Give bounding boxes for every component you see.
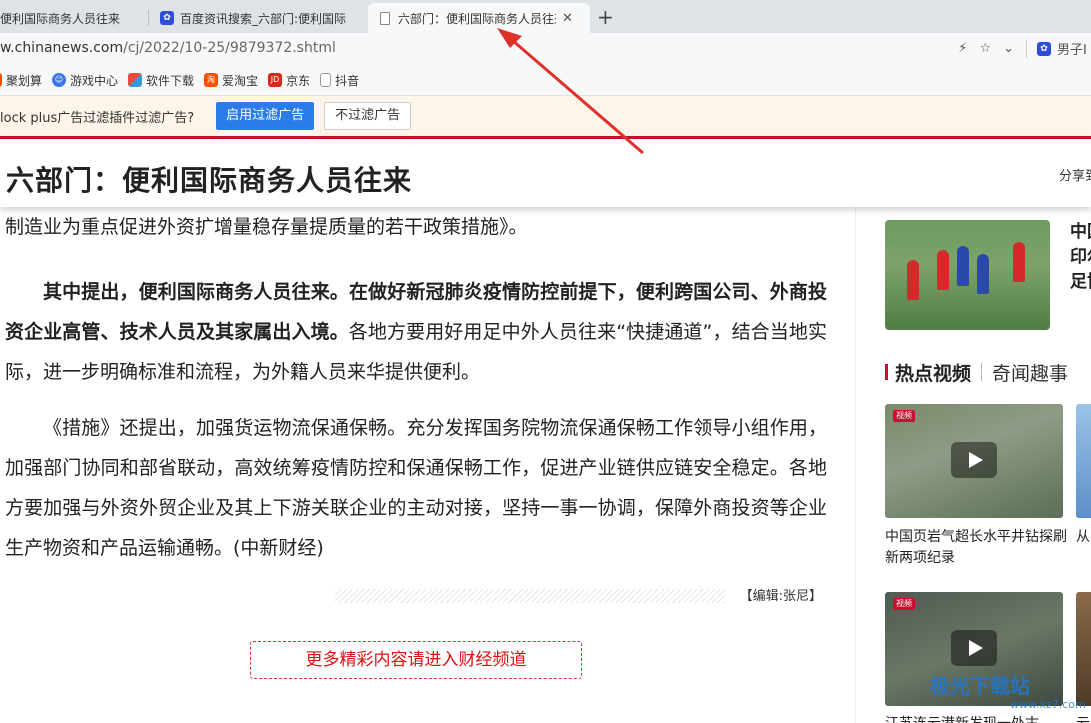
enable-filter-button[interactable]: 启用过滤广告	[216, 102, 315, 130]
headline-line: 印尔	[1070, 247, 1091, 267]
video-thumbnail[interactable]	[1076, 404, 1091, 518]
address-bar[interactable]: w.chinanews.com/cj/2022/10-25/9879372.sh…	[0, 33, 1091, 65]
game-center-icon: ☺	[52, 73, 67, 87]
bookmark-douyin[interactable]: 抖音	[320, 72, 359, 89]
bookmark-label: 游戏中心	[70, 73, 119, 88]
news-thumbnail[interactable]	[885, 220, 1050, 330]
share-link[interactable]: 分享到	[1059, 165, 1091, 184]
video-badge: 视频	[893, 410, 915, 422]
bookmark-label: 爱淘宝	[222, 73, 259, 88]
play-icon[interactable]	[951, 442, 997, 478]
player-figure	[1013, 242, 1025, 282]
player-figure	[977, 254, 989, 294]
divider	[981, 363, 983, 381]
divider	[1026, 39, 1027, 58]
watermark-url: www.xz7.com	[1010, 698, 1086, 711]
disable-filter-button[interactable]: 不过滤广告	[324, 102, 412, 130]
bookmark-label: 抖音	[335, 73, 360, 88]
tab-hot-videos[interactable]: 热点视频	[895, 359, 971, 386]
tab-2[interactable]: ✿ 百度资讯搜索_六部门:便利国际	[160, 3, 358, 33]
editor-credit: 【编辑:张尼】	[739, 589, 822, 604]
bookmark-software[interactable]: 软件下载	[128, 72, 194, 89]
article-body: 制造业为重点促进外资扩增量稳存量提质量的若干政策措施》。 其中提出，便利国际商务…	[5, 207, 827, 568]
video-caption[interactable]: 中国页岩气超长水平井钻探刷新两项纪录	[885, 527, 1067, 569]
baidu-paw-icon: ✿	[160, 11, 174, 25]
tab-odd-news[interactable]: 奇闻趣事	[992, 359, 1068, 386]
search-input[interactable]: 男子I	[1057, 39, 1091, 58]
article-paragraph: 制造业为重点促进外资扩增量稳存量提质量的若干政策措施》。	[5, 216, 528, 238]
star-icon[interactable]: ☆	[979, 41, 991, 56]
juhuasuan-icon	[0, 73, 2, 87]
player-figure	[957, 246, 969, 286]
section-marker	[885, 364, 888, 380]
bookmark-juhuasuan[interactable]: 聚划算	[0, 72, 42, 89]
tab-3-active[interactable]: 六部门：便利国际商务人员往来 ✕	[368, 3, 590, 33]
video-caption[interactable]: 江苏连云港新发现一处古	[885, 714, 1067, 723]
bookmark-label: 聚划算	[6, 73, 43, 88]
video-thumbnail[interactable]: 视频	[885, 404, 1063, 518]
decorative-stripes	[335, 589, 725, 603]
lightning-icon[interactable]: ⚡	[958, 41, 967, 56]
editor-row: 【编辑:张尼】	[335, 585, 822, 605]
tab-1-title: 便利国际商务人员往来	[0, 11, 121, 26]
bookmark-label: 软件下载	[146, 73, 195, 88]
adblock-prompt: lock plus广告过滤插件过滤广告?	[0, 110, 195, 126]
video-caption[interactable]: 云	[1076, 714, 1091, 723]
url-path: /cj/2022/10-25/9879372.shtml	[123, 40, 336, 56]
new-tab-icon[interactable]: +	[597, 5, 614, 29]
chevron-down-icon[interactable]: ⌄	[1003, 41, 1014, 56]
page-content: 制造业为重点促进外资扩增量稳存量提质量的若干政策措施》。 其中提出，便利国际商务…	[0, 207, 1091, 723]
bookmark-label: 京东	[286, 73, 311, 88]
bookmark-jd[interactable]: JD 京东	[268, 72, 310, 89]
video-section-tabs: 热点视频 奇闻趣事	[885, 359, 1068, 385]
tab-1[interactable]: 便利国际商务人员往来	[0, 3, 140, 33]
aitaobao-icon: 淘	[204, 73, 219, 87]
tab-3-title: 六部门：便利国际商务人员往来	[398, 11, 556, 26]
video-thumbnail[interactable]	[1076, 592, 1091, 706]
close-icon[interactable]: ✕	[562, 11, 573, 26]
url-field[interactable]: w.chinanews.com/cj/2022/10-25/9879372.sh…	[0, 40, 336, 56]
sticky-title-bar: 六部门：便利国际商务人员往来 分享到	[0, 139, 1091, 207]
watermark-logo: 极光下载站	[930, 674, 1030, 698]
tab-divider	[148, 10, 149, 26]
video-caption[interactable]: 从	[1076, 527, 1091, 548]
article-paragraph: 《措施》还提出，加强货运物流保通保畅。充分发挥国务院物流保通保畅工作领导小组作用…	[5, 417, 827, 559]
bookmark-game-center[interactable]: ☺ 游戏中心	[52, 72, 118, 89]
page-title: 六部门：便利国际商务人员往来	[6, 164, 413, 197]
tab-bar: 便利国际商务人员往来 ✿ 百度资讯搜索_六部门:便利国际 六部门：便利国际商务人…	[0, 0, 1091, 33]
news-headline[interactable]: 中国 印尔 足协	[1070, 220, 1091, 295]
video-badge: 视频	[893, 598, 915, 610]
tab-2-title: 百度资讯搜索_六部门:便利国际	[180, 11, 347, 26]
player-figure	[937, 250, 949, 290]
page-icon	[380, 11, 390, 25]
jd-icon: JD	[268, 73, 283, 87]
address-actions: ⚡ ☆ ⌄ ✿ 男子I	[946, 39, 1091, 58]
douyin-icon	[320, 73, 332, 87]
bookmark-aitaobao[interactable]: 淘 爱淘宝	[204, 72, 258, 89]
headline-line: 足协	[1070, 272, 1091, 292]
software-icon	[128, 73, 143, 87]
play-icon[interactable]	[951, 630, 997, 666]
more-content-link[interactable]: 更多精彩内容请进入财经频道	[250, 641, 582, 679]
headline-line: 中国	[1070, 222, 1091, 242]
player-figure	[907, 260, 919, 300]
baidu-search-icon: ✿	[1037, 41, 1051, 56]
sidebar-divider	[855, 207, 856, 723]
url-host: w.chinanews.com	[0, 40, 124, 56]
bookmarks-bar: 聚划算 ☺ 游戏中心 软件下载 淘 爱淘宝 JD 京东 抖音	[0, 65, 1091, 96]
adblock-notice-bar: lock plus广告过滤插件过滤广告? 启用过滤广告 不过滤广告	[0, 96, 1091, 136]
article-paragraph: 其中提出，便利国际商务人员往来。在做好新冠肺炎疫情防控前提下，便利跨国公司、外商…	[5, 272, 827, 392]
